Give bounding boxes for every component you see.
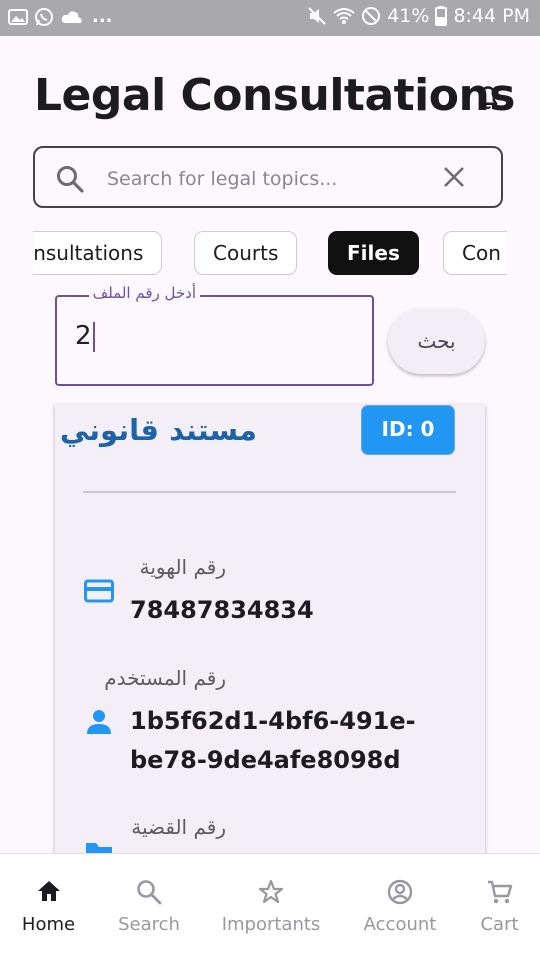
- national-id-label: رقم الهوية: [139, 555, 226, 579]
- file-number-value[interactable]: 2: [75, 321, 92, 351]
- user-id-value-line1: 1b5f62d1-4bf6-491e-: [130, 707, 416, 735]
- nav-importants-label: Importants: [221, 914, 321, 935]
- account-icon: [387, 879, 413, 905]
- chip-consultations[interactable]: Consultations: [33, 231, 163, 275]
- search-input[interactable]: [105, 160, 439, 198]
- nav-home[interactable]: Home: [0, 854, 97, 961]
- user-id-value-line2: be78-9de4afe8098d: [130, 746, 401, 774]
- user-id-label: رقم المستخدم: [104, 666, 226, 690]
- page-title: Legal Consultations: [34, 70, 516, 121]
- nav-search[interactable]: Search: [97, 854, 201, 961]
- battery-percent: 41%: [387, 5, 430, 27]
- star-icon: [258, 879, 284, 904]
- id-card-icon: [84, 579, 114, 603]
- case-number-label: رقم القضية: [131, 815, 226, 839]
- notifications-bell-icon[interactable]: [474, 84, 502, 112]
- cart-icon: [487, 880, 512, 904]
- text-caret: [92, 321, 95, 352]
- cloud-icon: [61, 10, 82, 23]
- nav-account-label: Account: [363, 914, 437, 935]
- notification-overflow: ...: [92, 6, 113, 27]
- wifi-icon: [333, 8, 355, 24]
- nav-account[interactable]: Account: [341, 854, 459, 961]
- topic-search-box[interactable]: [33, 146, 503, 208]
- person-icon: [87, 710, 111, 734]
- nav-cart[interactable]: Cart: [459, 854, 540, 961]
- nav-importants[interactable]: Importants: [201, 854, 341, 961]
- category-chips: Consultations Courts Files Con: [33, 231, 507, 275]
- gallery-icon: [8, 8, 28, 25]
- document-title: مستند قانوني: [59, 413, 257, 447]
- clear-icon[interactable]: [441, 164, 467, 190]
- national-id-value: 78487834834: [130, 596, 314, 624]
- nav-cart-label: Cart: [480, 914, 519, 935]
- divider: [83, 491, 456, 493]
- file-search-button[interactable]: بحث: [388, 308, 485, 374]
- battery-icon: [435, 6, 448, 26]
- search-icon: [57, 166, 84, 193]
- file-number-field[interactable]: أدخل رقم الملف 2: [55, 284, 374, 386]
- document-card: مستند قانوني ID: 0 رقم الهوية 7848783483…: [55, 405, 485, 865]
- nav-home-label: Home: [21, 914, 76, 935]
- whatsapp-icon: [35, 7, 53, 26]
- clock: 8:44 PM: [453, 5, 530, 27]
- bottom-navigation: Home Search Importants Account Cart: [0, 853, 540, 961]
- status-left: ...: [8, 6, 113, 27]
- mute-icon: [308, 7, 326, 25]
- file-number-value-wrap[interactable]: 2: [75, 321, 95, 352]
- chip-con[interactable]: Con: [443, 231, 507, 275]
- id-badge: ID: 0: [361, 405, 455, 455]
- status-bar: ... 41% 8:44 PM: [0, 0, 540, 36]
- chip-courts[interactable]: Courts: [194, 231, 298, 275]
- status-right: 41% 8:44 PM: [307, 5, 530, 27]
- no-signal-icon: [362, 7, 381, 25]
- chip-files[interactable]: Files: [328, 231, 419, 275]
- home-icon: [37, 881, 60, 901]
- search-icon: [137, 880, 162, 905]
- nav-search-label: Search: [118, 914, 180, 935]
- file-number-label: أدخل رقم الملف: [88, 284, 200, 302]
